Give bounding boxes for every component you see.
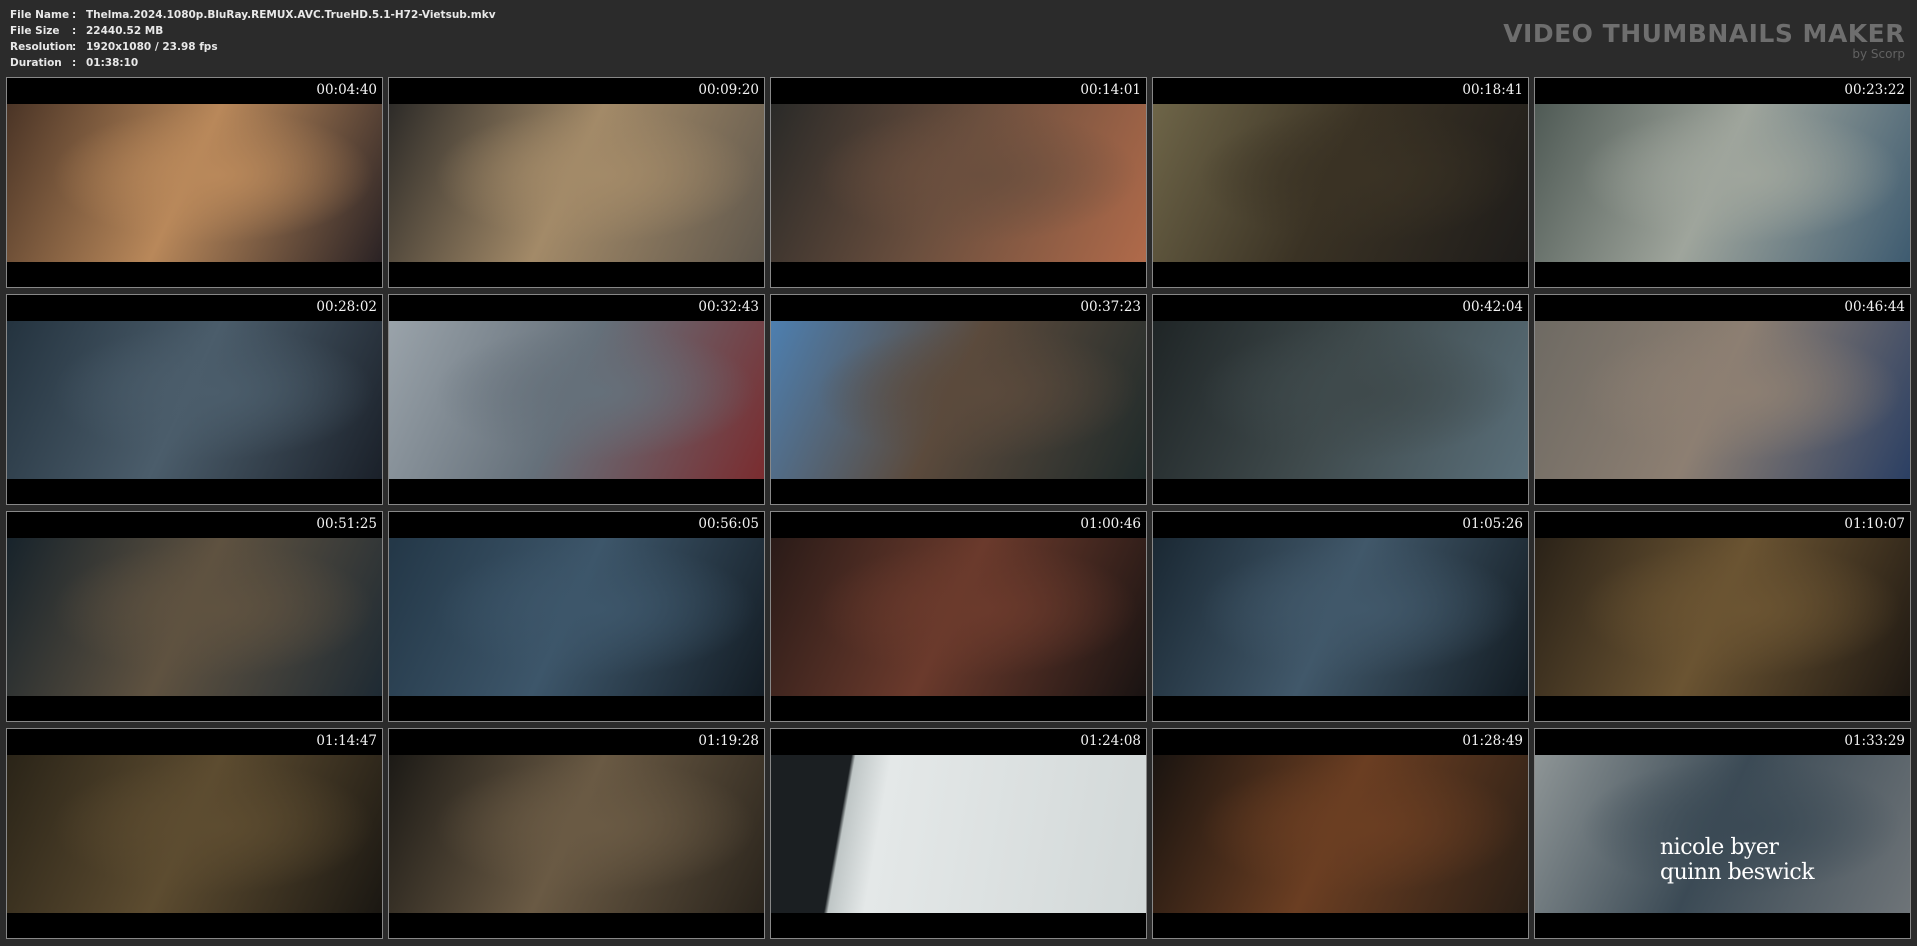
duration-label: Duration xyxy=(10,57,62,69)
timestamp-label: 01:10:07 xyxy=(1844,516,1905,532)
timestamp-label: 00:18:41 xyxy=(1462,82,1523,98)
frame-image xyxy=(1153,104,1528,262)
separator: : xyxy=(72,9,77,21)
frame-image xyxy=(7,538,382,696)
frame-image xyxy=(7,755,382,913)
timestamp-label: 00:51:25 xyxy=(316,516,377,532)
timestamp-label: 00:42:04 xyxy=(1462,299,1523,315)
frame-image xyxy=(1535,538,1910,696)
file-size-label: File Size xyxy=(10,25,60,37)
separator: : xyxy=(72,41,77,53)
thumbnail-tile: 01:24:08 xyxy=(770,728,1147,939)
frame-image xyxy=(1535,755,1910,913)
timestamp-label: 01:19:28 xyxy=(698,733,759,749)
timestamp-label: 00:32:43 xyxy=(698,299,759,315)
thumbnail-tile: 01:14:47 xyxy=(6,728,383,939)
timestamp-label: 00:14:01 xyxy=(1080,82,1141,98)
file-size-value: 22440.52 MB xyxy=(86,25,164,37)
separator: : xyxy=(72,25,77,37)
timestamp-label: 01:00:46 xyxy=(1080,516,1141,532)
frame-image xyxy=(1153,755,1528,913)
frame-image xyxy=(771,104,1146,262)
timestamp-label: 00:37:23 xyxy=(1080,299,1141,315)
frame-image xyxy=(389,104,764,262)
resolution-value: 1920x1080 / 23.98 fps xyxy=(86,41,218,53)
file-name-value: Thelma.2024.1080p.BluRay.REMUX.AVC.TrueH… xyxy=(86,9,496,21)
resolution-row: Resolution : 1920x1080 / 23.98 fps xyxy=(10,39,496,55)
thumbnail-tile: 00:51:25 xyxy=(6,511,383,722)
timestamp-label: 01:33:29 xyxy=(1844,733,1905,749)
file-name-label: File Name xyxy=(10,9,70,21)
frame-image xyxy=(1535,321,1910,479)
frame-image xyxy=(7,321,382,479)
brand-watermark: VIDEO THUMBNAILS MAKER by Scorp xyxy=(1503,19,1905,61)
thumbnail-tile: 01:05:26 xyxy=(1152,511,1529,722)
thumbnail-tile: 01:00:46 xyxy=(770,511,1147,722)
timestamp-label: 00:09:20 xyxy=(698,82,759,98)
duration-value: 01:38:10 xyxy=(86,57,139,69)
file-size-row: File Size : 22440.52 MB xyxy=(10,23,496,39)
timestamp-label: 01:28:49 xyxy=(1462,733,1523,749)
separator: : xyxy=(72,57,77,69)
credit-caption-line: quinn beswick xyxy=(1660,860,1815,885)
thumbnail-tile: 00:18:41 xyxy=(1152,77,1529,288)
timestamp-label: 00:56:05 xyxy=(698,516,759,532)
credit-caption-line: nicole byer xyxy=(1660,835,1779,860)
thumbnail-tile: 01:28:49 xyxy=(1152,728,1529,939)
thumbnail-tile: 00:32:43 xyxy=(388,294,765,505)
file-info-panel: File Name : Thelma.2024.1080p.BluRay.REM… xyxy=(10,7,496,71)
thumbnail-tile: 00:14:01 xyxy=(770,77,1147,288)
thumbnail-tile: 01:19:28 xyxy=(388,728,765,939)
thumbnail-tile: 01:10:07 xyxy=(1534,511,1911,722)
brand-byline: by Scorp xyxy=(1852,47,1905,61)
frame-image xyxy=(389,321,764,479)
thumbnail-tile: 00:09:20 xyxy=(388,77,765,288)
thumbnail-tile: 00:42:04 xyxy=(1152,294,1529,505)
timestamp-label: 00:23:22 xyxy=(1844,82,1905,98)
file-name-row: File Name : Thelma.2024.1080p.BluRay.REM… xyxy=(10,7,496,23)
thumbnail-tile: 01:33:29 nicole byer quinn beswick xyxy=(1534,728,1911,939)
resolution-label: Resolution xyxy=(10,41,74,53)
thumbnail-tile: 00:04:40 xyxy=(6,77,383,288)
frame-image xyxy=(771,755,1146,913)
brand-title: VIDEO THUMBNAILS MAKER xyxy=(1503,19,1905,48)
frame-image xyxy=(7,104,382,262)
frame-image xyxy=(1153,321,1528,479)
thumbnail-tile: 00:23:22 xyxy=(1534,77,1911,288)
timestamp-label: 01:05:26 xyxy=(1462,516,1523,532)
credit-caption: nicole byer quinn beswick xyxy=(1660,835,1815,885)
frame-image xyxy=(389,538,764,696)
frame-image xyxy=(771,321,1146,479)
thumbnail-tile: 00:37:23 xyxy=(770,294,1147,505)
frame-image xyxy=(1153,538,1528,696)
duration-row: Duration : 01:38:10 xyxy=(10,55,496,71)
frame-image xyxy=(1535,104,1910,262)
thumbnail-tile: 00:56:05 xyxy=(388,511,765,722)
timestamp-label: 00:28:02 xyxy=(316,299,377,315)
timestamp-label: 00:04:40 xyxy=(316,82,377,98)
thumbnail-tile: 00:28:02 xyxy=(6,294,383,505)
timestamp-label: 01:14:47 xyxy=(316,733,377,749)
frame-image xyxy=(771,538,1146,696)
timestamp-label: 00:46:44 xyxy=(1844,299,1905,315)
timestamp-label: 01:24:08 xyxy=(1080,733,1141,749)
thumbnail-grid: 00:04:40 00:09:20 00:14:01 00:18:41 00:23:22… xyxy=(6,77,1914,941)
frame-image xyxy=(389,755,764,913)
thumbnail-tile: 00:46:44 xyxy=(1534,294,1911,505)
